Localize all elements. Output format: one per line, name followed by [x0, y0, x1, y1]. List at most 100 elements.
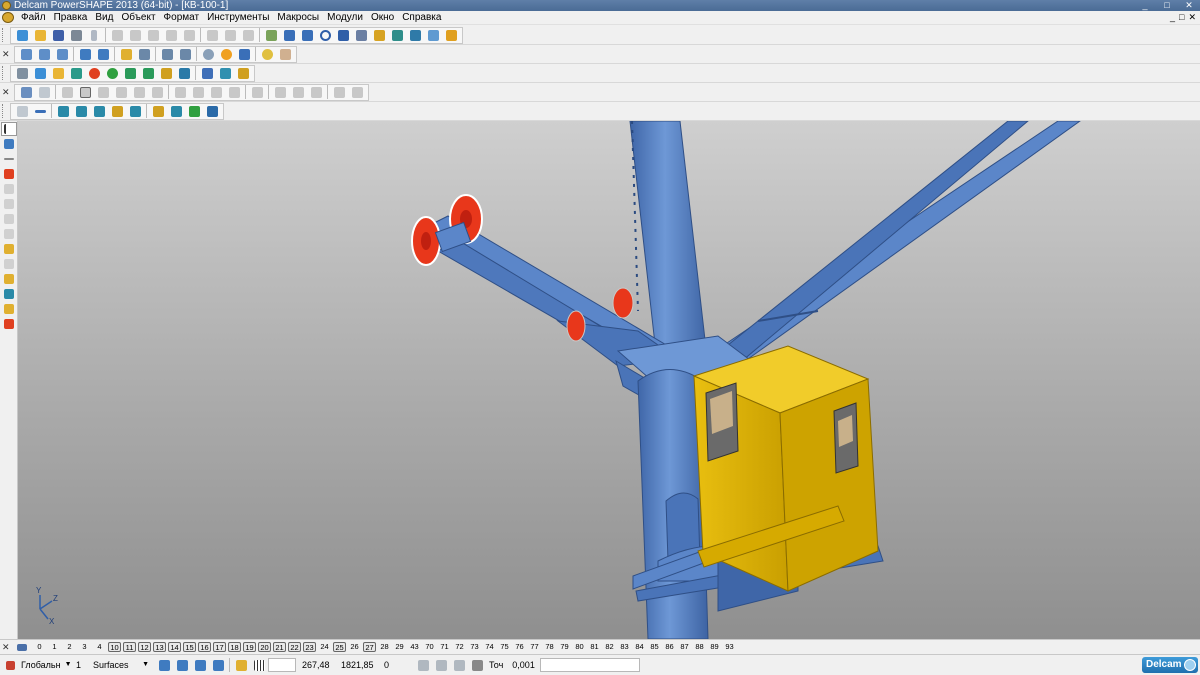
menu-macros[interactable]: Макросы [273, 11, 323, 25]
eraser-icon[interactable] [163, 28, 179, 43]
globe-icon[interactable] [200, 47, 216, 62]
level-button[interactable]: 15 [183, 642, 196, 652]
level-button[interactable]: 43 [408, 642, 421, 652]
level-button[interactable]: 26 [348, 642, 361, 652]
level-button[interactable]: 3 [78, 642, 91, 652]
level-button[interactable]: 84 [633, 642, 646, 652]
solid-g-icon[interactable] [168, 104, 184, 119]
redo-icon[interactable] [222, 28, 238, 43]
maximize-button[interactable]: □ [1156, 0, 1178, 11]
info-icon[interactable] [199, 66, 215, 81]
play-icon[interactable] [122, 66, 138, 81]
solid-d-icon[interactable] [109, 104, 125, 119]
x-coordinate[interactable]: 267,48 [299, 658, 335, 672]
level-button[interactable]: 2 [63, 642, 76, 652]
surface-l-icon[interactable] [272, 85, 288, 100]
level-button[interactable]: 23 [303, 642, 316, 652]
level-manager-icon[interactable] [15, 642, 29, 653]
arrows-icon[interactable] [1, 257, 17, 271]
fillet-icon[interactable] [1, 287, 17, 301]
workplane-select[interactable]: Глобальн ▼ [18, 658, 72, 672]
close-button[interactable]: ✕ [1178, 0, 1200, 11]
surface-a-icon[interactable] [59, 85, 75, 100]
drawing-icon[interactable] [32, 66, 48, 81]
wireframe-icon[interactable] [236, 47, 252, 62]
model-viewport[interactable]: Y Z X [18, 121, 1200, 639]
cone-icon[interactable] [140, 66, 156, 81]
zoom-icon[interactable] [136, 47, 152, 62]
arc-icon[interactable] [299, 28, 315, 43]
surface-p-icon[interactable] [349, 85, 365, 100]
level-button[interactable]: 77 [528, 642, 541, 652]
repeat-icon[interactable] [240, 28, 256, 43]
view-rotate-icon[interactable] [77, 47, 93, 62]
red-cross-icon[interactable] [1, 317, 17, 331]
level-button[interactable]: 72 [453, 642, 466, 652]
view-iso-icon[interactable] [36, 47, 52, 62]
select-filter-icon[interactable] [1, 137, 17, 151]
surface-j-icon[interactable] [226, 85, 242, 100]
solid-a-icon[interactable] [55, 104, 71, 119]
level-button[interactable]: 70 [423, 642, 436, 652]
offset-icon[interactable] [1, 272, 17, 286]
level-button[interactable]: 12 [138, 642, 151, 652]
level-button[interactable]: 28 [378, 642, 391, 652]
surface-e-icon[interactable] [131, 85, 147, 100]
relative-icon[interactable] [451, 658, 467, 673]
block-icon[interactable] [158, 66, 174, 81]
y-coordinate[interactable]: 1821,85 [338, 658, 378, 672]
solid-e-icon[interactable] [127, 104, 143, 119]
solid-h-icon[interactable] [186, 104, 202, 119]
zoom-in-icon[interactable] [159, 47, 175, 62]
surface-c-icon[interactable] [95, 85, 111, 100]
rotate-icon[interactable] [1, 227, 17, 241]
level-button[interactable]: 19 [243, 642, 256, 652]
ball-icon[interactable] [104, 66, 120, 81]
solid-c-icon[interactable] [91, 104, 107, 119]
mirror-icon[interactable] [1, 212, 17, 226]
level-button[interactable]: 18 [228, 642, 241, 652]
solid-i-icon[interactable] [204, 104, 220, 119]
toolbar-grip[interactable] [2, 66, 7, 80]
toolbar-close-icon[interactable]: ✕ [2, 48, 11, 60]
level-button[interactable]: 89 [708, 642, 721, 652]
level-button[interactable]: 17 [213, 642, 226, 652]
tolerance-value[interactable]: 0,001 [509, 658, 537, 672]
solid-b-icon[interactable] [73, 104, 89, 119]
surface-f-icon[interactable] [149, 85, 165, 100]
mdi-minimize-button[interactable]: _ [1170, 12, 1175, 23]
level-button[interactable]: 22 [288, 642, 301, 652]
text-icon[interactable] [353, 28, 369, 43]
surface-b-icon[interactable] [77, 85, 93, 100]
level-button[interactable]: 73 [468, 642, 481, 652]
level-button[interactable]: 1 [48, 642, 61, 652]
dropdown-icon[interactable] [86, 28, 102, 43]
level-button[interactable]: 79 [558, 642, 571, 652]
level-button[interactable]: 75 [498, 642, 511, 652]
surface-h-icon[interactable] [190, 85, 206, 100]
menu-edit[interactable]: Правка [50, 11, 92, 25]
level-button[interactable]: 0 [33, 642, 46, 652]
level-button[interactable]: 13 [153, 642, 166, 652]
command-input[interactable] [540, 658, 641, 672]
level-button[interactable]: 29 [393, 642, 406, 652]
level-button[interactable]: 27 [363, 642, 376, 652]
level-button[interactable]: 4 [93, 642, 106, 652]
open-icon[interactable] [32, 28, 48, 43]
cut-icon[interactable] [109, 28, 125, 43]
select-solids-icon[interactable] [174, 658, 190, 673]
star-icon[interactable] [1, 242, 17, 256]
level-button[interactable]: 86 [663, 642, 676, 652]
surface-n-icon[interactable] [308, 85, 324, 100]
calculator-icon[interactable] [415, 658, 431, 673]
surface-o-icon[interactable] [331, 85, 347, 100]
curve-icon[interactable] [335, 28, 351, 43]
workplane-status-icon[interactable] [3, 658, 17, 673]
level-button[interactable]: 20 [258, 642, 271, 652]
level-button[interactable]: 14 [168, 642, 181, 652]
level-button[interactable]: 21 [273, 642, 286, 652]
surface-icon[interactable] [389, 28, 405, 43]
feature-icon[interactable] [176, 66, 192, 81]
solid-icon[interactable] [407, 28, 423, 43]
surface-m-icon[interactable] [290, 85, 306, 100]
